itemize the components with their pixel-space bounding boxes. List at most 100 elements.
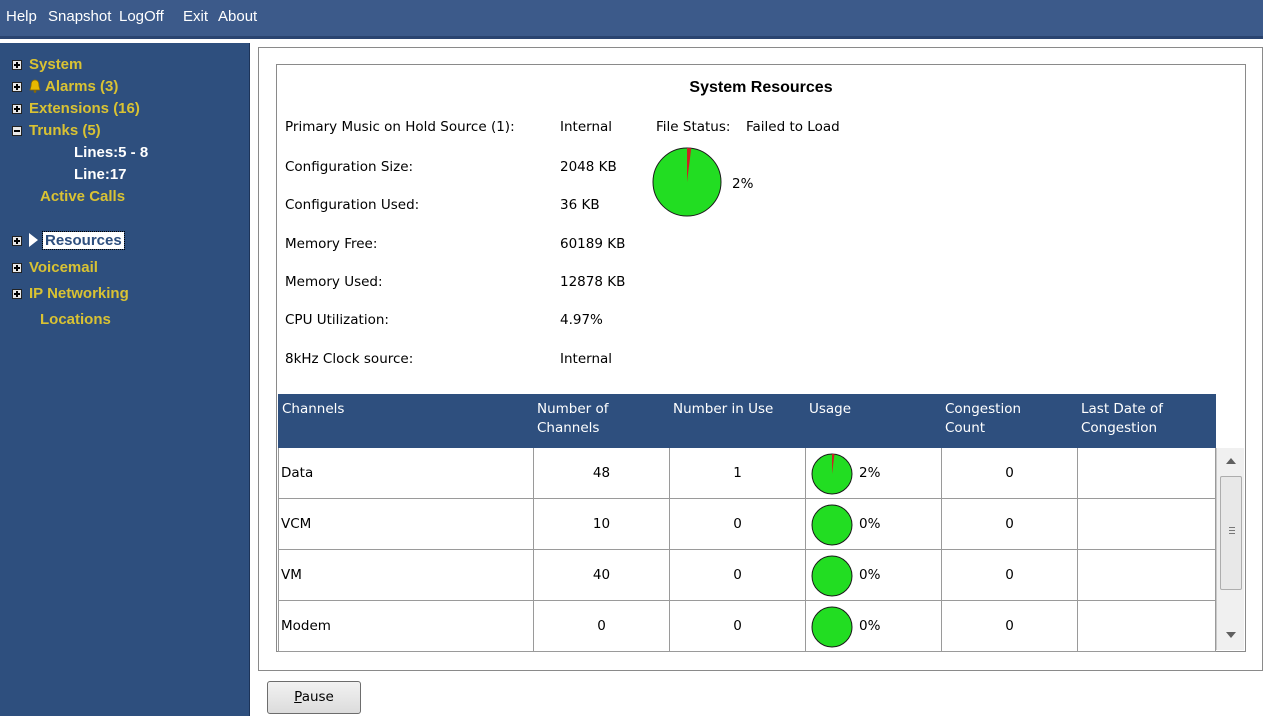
grip-line bbox=[1229, 533, 1235, 534]
expand-icon[interactable] bbox=[12, 104, 22, 114]
tree-item-label: Trunks (5) bbox=[29, 122, 101, 139]
memory-free-label: Memory Free: bbox=[285, 236, 378, 252]
menu-snapshot[interactable]: Snapshot bbox=[48, 8, 111, 25]
cell-number-in-use: 1 bbox=[670, 448, 806, 499]
tree-item-ip-networking[interactable]: IP Networking bbox=[12, 284, 129, 304]
cell-number-of-channels-text: 0 bbox=[597, 618, 606, 634]
tree-item-system[interactable]: System bbox=[12, 55, 82, 75]
col-channels[interactable]: Channels bbox=[282, 400, 344, 419]
tree-item-trunk-line[interactable]: Line:17 bbox=[74, 165, 127, 185]
table-scrollbar[interactable] bbox=[1216, 448, 1244, 650]
usage-pie bbox=[811, 555, 853, 597]
tree-item-resources[interactable]: Resources bbox=[12, 231, 125, 251]
col-header-text: Usage bbox=[809, 401, 852, 417]
pie-free-slice bbox=[811, 504, 853, 546]
cell-usage: 0% bbox=[806, 601, 942, 652]
expand-icon[interactable] bbox=[12, 263, 22, 273]
tree-item-label: Voicemail bbox=[29, 259, 98, 276]
cell-channel: VM bbox=[278, 550, 534, 601]
cell-number-of-channels: 40 bbox=[534, 550, 670, 601]
menu-exit[interactable]: Exit bbox=[183, 8, 208, 25]
memory-used-label: Memory Used: bbox=[285, 274, 383, 290]
table-row[interactable]: VCM 10 0 0% 0 bbox=[278, 499, 1216, 550]
cpu-label: CPU Utilization: bbox=[285, 312, 389, 328]
table-header: Channels Number of Channels Number in Use… bbox=[278, 394, 1216, 448]
cell-number-in-use-text: 0 bbox=[733, 618, 742, 634]
channels-table: Channels Number of Channels Number in Use… bbox=[278, 394, 1216, 652]
config-used-percent: 2% bbox=[732, 176, 754, 192]
cell-number-of-channels: 0 bbox=[534, 601, 670, 652]
expand-icon[interactable] bbox=[12, 236, 22, 246]
memory-free-value: 60189 KB bbox=[560, 236, 626, 252]
table-row[interactable]: VM 40 0 0% 0 bbox=[278, 550, 1216, 601]
tree-item-alarms[interactable]: Alarms (3) bbox=[12, 77, 118, 97]
col-usage[interactable]: Usage bbox=[809, 400, 851, 419]
usage-percent: 2% bbox=[859, 465, 881, 481]
cell-channel-text: Modem bbox=[281, 618, 331, 634]
memory-used-value: 12878 KB bbox=[560, 274, 626, 290]
usage-pie bbox=[811, 606, 853, 648]
cell-number-of-channels-text: 10 bbox=[592, 516, 611, 532]
pie-free-slice bbox=[811, 606, 853, 648]
grip-line bbox=[1229, 527, 1235, 528]
usage-percent: 0% bbox=[859, 567, 881, 583]
tree-item-voicemail[interactable]: Voicemail bbox=[12, 258, 98, 278]
col-last-date-congestion[interactable]: Last Date of Congestion bbox=[1081, 400, 1163, 438]
table-row[interactable]: Data 48 1 2% 0 bbox=[278, 448, 1216, 499]
menu-about[interactable]: About bbox=[218, 8, 257, 25]
tree-item-label: Lines:5 - 8 bbox=[74, 144, 149, 161]
config-size-label: Configuration Size: bbox=[285, 159, 414, 175]
tree-item-trunks[interactable]: Trunks (5) bbox=[12, 121, 101, 141]
tree-item-label: Resources bbox=[42, 231, 125, 250]
cell-congestion-count: 0 bbox=[942, 601, 1078, 652]
selected-arrow-icon bbox=[29, 233, 38, 247]
cell-last-date bbox=[1078, 499, 1216, 550]
cell-channel-text: VCM bbox=[281, 516, 312, 532]
col-header-text: Number of bbox=[537, 401, 609, 417]
cell-usage: 2% bbox=[806, 448, 942, 499]
col-header-text: Congestion bbox=[945, 401, 1022, 417]
col-number-in-use[interactable]: Number in Use bbox=[673, 400, 773, 419]
collapse-icon[interactable] bbox=[12, 126, 22, 136]
moh-label: Primary Music on Hold Source (1): bbox=[285, 119, 515, 135]
file-status-value: Failed to Load bbox=[746, 119, 840, 135]
table-row[interactable]: Modem 0 0 0% 0 bbox=[278, 601, 1216, 652]
cell-number-of-channels: 10 bbox=[534, 499, 670, 550]
col-header-text: Channels bbox=[282, 401, 345, 417]
tree-item-label: System bbox=[29, 56, 83, 73]
pause-button[interactable]: Pause bbox=[267, 681, 361, 714]
col-number-of-channels[interactable]: Number of Channels bbox=[537, 400, 609, 438]
expand-icon[interactable] bbox=[12, 82, 22, 92]
cell-usage: 0% bbox=[806, 499, 942, 550]
cell-number-of-channels: 48 bbox=[534, 448, 670, 499]
pause-label-rest: ause bbox=[301, 689, 334, 705]
pause-mnemonic: P bbox=[294, 689, 302, 705]
col-header-text: Channels bbox=[537, 420, 600, 436]
tree-item-trunk-lines[interactable]: Lines:5 - 8 bbox=[74, 143, 148, 163]
cell-channel-text: VM bbox=[281, 567, 302, 583]
clock-source-value: Internal bbox=[560, 351, 613, 367]
tree-item-locations[interactable]: Locations bbox=[40, 310, 111, 330]
scroll-down-icon[interactable] bbox=[1226, 632, 1236, 638]
cell-channel: Modem bbox=[278, 601, 534, 652]
cell-congestion-count-text: 0 bbox=[1005, 516, 1014, 532]
col-congestion-count[interactable]: Congestion Count bbox=[945, 400, 1021, 438]
cell-congestion-count: 0 bbox=[942, 550, 1078, 601]
alarm-bell-icon bbox=[29, 79, 41, 93]
menu-help[interactable]: Help bbox=[6, 8, 37, 25]
tree-item-extensions[interactable]: Extensions (16) bbox=[12, 99, 140, 119]
col-header-text: Congestion bbox=[1081, 420, 1158, 436]
scrollbar-thumb[interactable] bbox=[1220, 476, 1242, 590]
tree-item-label: Line:17 bbox=[74, 166, 127, 183]
expand-icon[interactable] bbox=[12, 60, 22, 70]
navigation-tree: System Alarms (3) Extensions (16) Trunks… bbox=[0, 43, 250, 716]
scroll-up-icon[interactable] bbox=[1226, 458, 1236, 464]
cell-channel: VCM bbox=[278, 499, 534, 550]
tree-item-active-calls[interactable]: Active Calls bbox=[40, 187, 125, 207]
col-header-text: Count bbox=[945, 420, 986, 436]
menu-logoff[interactable]: LogOff bbox=[119, 8, 164, 25]
tree-item-label: Active Calls bbox=[40, 188, 126, 205]
tree-item-label: IP Networking bbox=[29, 285, 129, 302]
expand-icon[interactable] bbox=[12, 289, 22, 299]
usage-pie bbox=[811, 504, 853, 546]
